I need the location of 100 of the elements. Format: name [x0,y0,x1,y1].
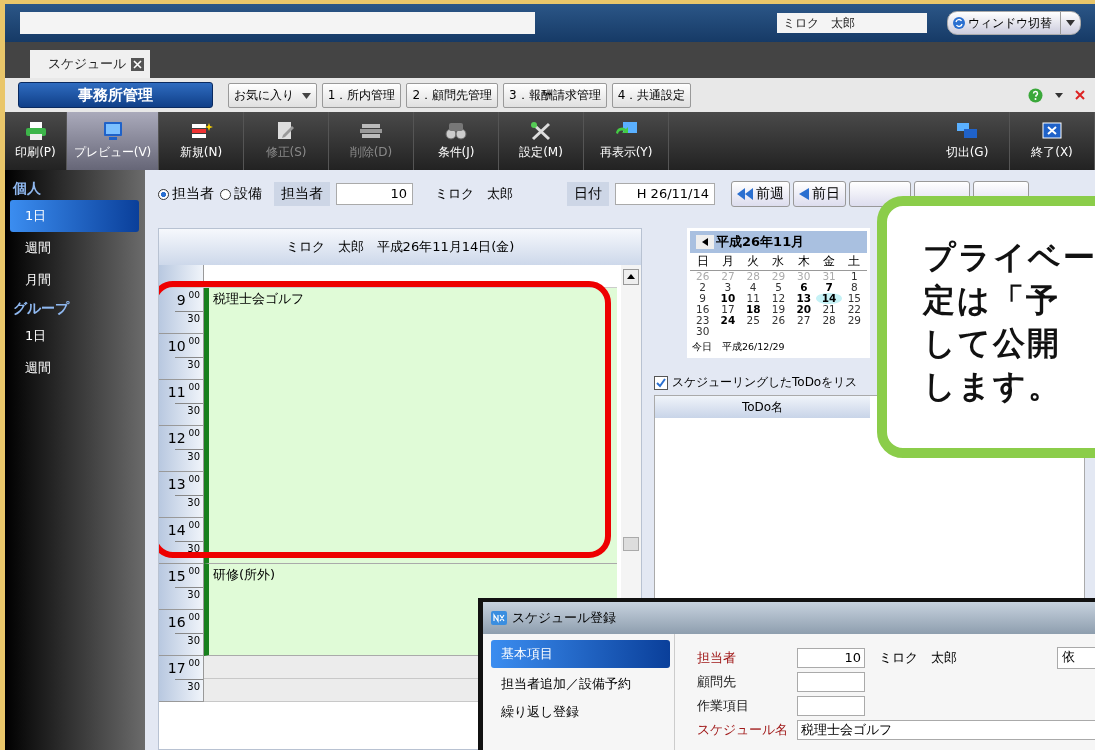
calendar-day[interactable]: 19 [765,304,792,315]
menu-button[interactable]: 2．顧問先管理 [406,82,499,108]
calendar-day[interactable]: 10 [715,293,741,304]
menu-button[interactable]: 3．報酬請求管理 [503,82,607,108]
minute-label: 30 [187,404,200,417]
schedule-event[interactable]: 税理士会ゴルフ [204,288,617,564]
toolbar-button[interactable]: プレビュー(V) [67,112,159,170]
help-icon[interactable] [1028,87,1043,103]
hour-label: 17 [167,659,186,676]
calendar-day[interactable]: 16 [690,304,716,315]
calendar-day[interactable]: 12 [765,293,792,304]
checkbox[interactable]: スケジューリングしたToDoをリス [654,374,858,391]
date-nav-button[interactable]: 前週 [731,181,790,207]
tab[interactable]: スケジュール [30,50,150,78]
scroll-thumb[interactable] [623,537,639,551]
sidebar-item[interactable]: 週間 [5,232,145,264]
dialog-nav-item[interactable]: 担当者追加／設備予約 [491,672,670,696]
calendar-day[interactable]: 15 [841,293,867,304]
calendar-day[interactable]: 26 [765,315,792,326]
today-date[interactable]: 平成26/12/29 [722,341,785,354]
calendar-day[interactable]: 7 [816,282,842,293]
calendar-day[interactable]: 4 [740,282,766,293]
close-icon[interactable] [1075,90,1085,100]
weekday-label: 日 [690,253,716,271]
minute-label: 00 [188,290,200,300]
calendar-day[interactable]: 30 [690,326,716,337]
calendar-day[interactable]: 13 [791,293,817,304]
minute-label: 30 [187,312,200,325]
caret-icon [1066,20,1075,26]
calendar-day[interactable]: 9 [690,293,716,304]
calendar-day[interactable]: 24 [715,315,741,326]
dropdown-field[interactable]: 依 [1057,647,1095,669]
callout-text: して公開 [923,323,1062,364]
close-icon[interactable] [131,57,144,71]
calendar-day[interactable]: 25 [740,315,766,326]
window-switch-button[interactable]: ウィンドウ切替 [947,11,1081,35]
hour-label: 9 [176,291,186,308]
date-field[interactable]: H 26/11/14 [615,183,715,205]
hour-label: 10 [167,337,186,354]
minute-label: 30 [187,634,200,647]
caret-icon[interactable] [1055,92,1063,98]
office-button[interactable]: 事務所管理 [18,82,213,108]
minute-label: 30 [187,496,200,509]
input-field[interactable]: 税理士会ゴルフ [797,720,1095,740]
column-header: ToDo名 [655,396,870,418]
sidebar-item[interactable]: 週間 [5,352,145,384]
minute-label: 00 [188,658,200,668]
calendar-day[interactable]: 28 [816,315,842,326]
calendar-day[interactable]: 22 [841,304,867,315]
top-field[interactable] [20,12,535,34]
calendar-day[interactable]: 29 [841,315,867,326]
input-field[interactable] [797,696,865,716]
minute-label: 00 [188,474,200,484]
today-label: 今日 [692,341,712,354]
hour-label: 11 [167,383,186,400]
calendar-day[interactable]: 6 [791,282,817,293]
hour-label: 14 [167,521,186,538]
calendar-day[interactable]: 23 [690,315,716,326]
field-label: スケジュール名 [697,721,789,739]
hour-label: 13 [167,475,186,492]
user-name-field: ミロク 太郎 [777,13,927,33]
previous-month-icon[interactable] [696,235,714,249]
calendar-day[interactable]: 20 [791,304,817,315]
calendar-day[interactable]: 3 [715,282,741,293]
calendar-day[interactable]: 17 [715,304,741,315]
calendar-title: 平成26年11月 [716,233,805,251]
calendar-day[interactable]: 14 [816,293,842,304]
menu-button[interactable]: 4．共通設定 [611,82,692,108]
input-field[interactable]: 10 [797,648,865,668]
person-name: ミロク 太郎 [879,649,957,667]
calendar-day[interactable]: 8 [841,282,867,293]
sidebar-item[interactable]: 1日 [5,320,145,352]
sidebar-item[interactable]: 1日 [10,200,139,232]
minute-label: 00 [188,382,200,392]
scroll-up-icon[interactable] [623,269,639,285]
date-nav-button[interactable]: 前日 [793,181,846,207]
sidebar-heading: グループ [12,299,71,318]
calendar-day[interactable]: 5 [765,282,792,293]
person-code-field[interactable]: 10 [336,183,413,205]
calendar-day[interactable]: 1 [841,271,867,282]
dialog-title: スケジュール登録 [512,609,616,627]
calendar-day[interactable]: 21 [816,304,842,315]
radio-button[interactable]: 設備 [220,185,262,203]
dialog-nav-item[interactable]: 繰り返し登録 [491,700,670,724]
minute-label: 30 [187,680,200,693]
calendar-day[interactable]: 27 [791,315,817,326]
minute-label: 30 [187,358,200,371]
calendar-day[interactable]: 11 [740,293,766,304]
delete-icon [358,121,384,141]
radio-button[interactable]: 担当者 [158,185,214,203]
menu-button[interactable]: 1．所内管理 [321,82,402,108]
calendar-day[interactable]: 18 [740,304,766,315]
sidebar-item[interactable]: 月間 [5,264,145,296]
dialog-nav-item[interactable]: 基本項目 [491,640,670,668]
minute-label: 30 [187,450,200,463]
hour-label: 12 [167,429,186,446]
callout-text: します。 [923,366,1063,407]
calendar-day[interactable]: 2 [690,282,716,293]
favorites-dropdown[interactable]: お気に入り [228,82,317,108]
input-field[interactable] [797,672,865,692]
